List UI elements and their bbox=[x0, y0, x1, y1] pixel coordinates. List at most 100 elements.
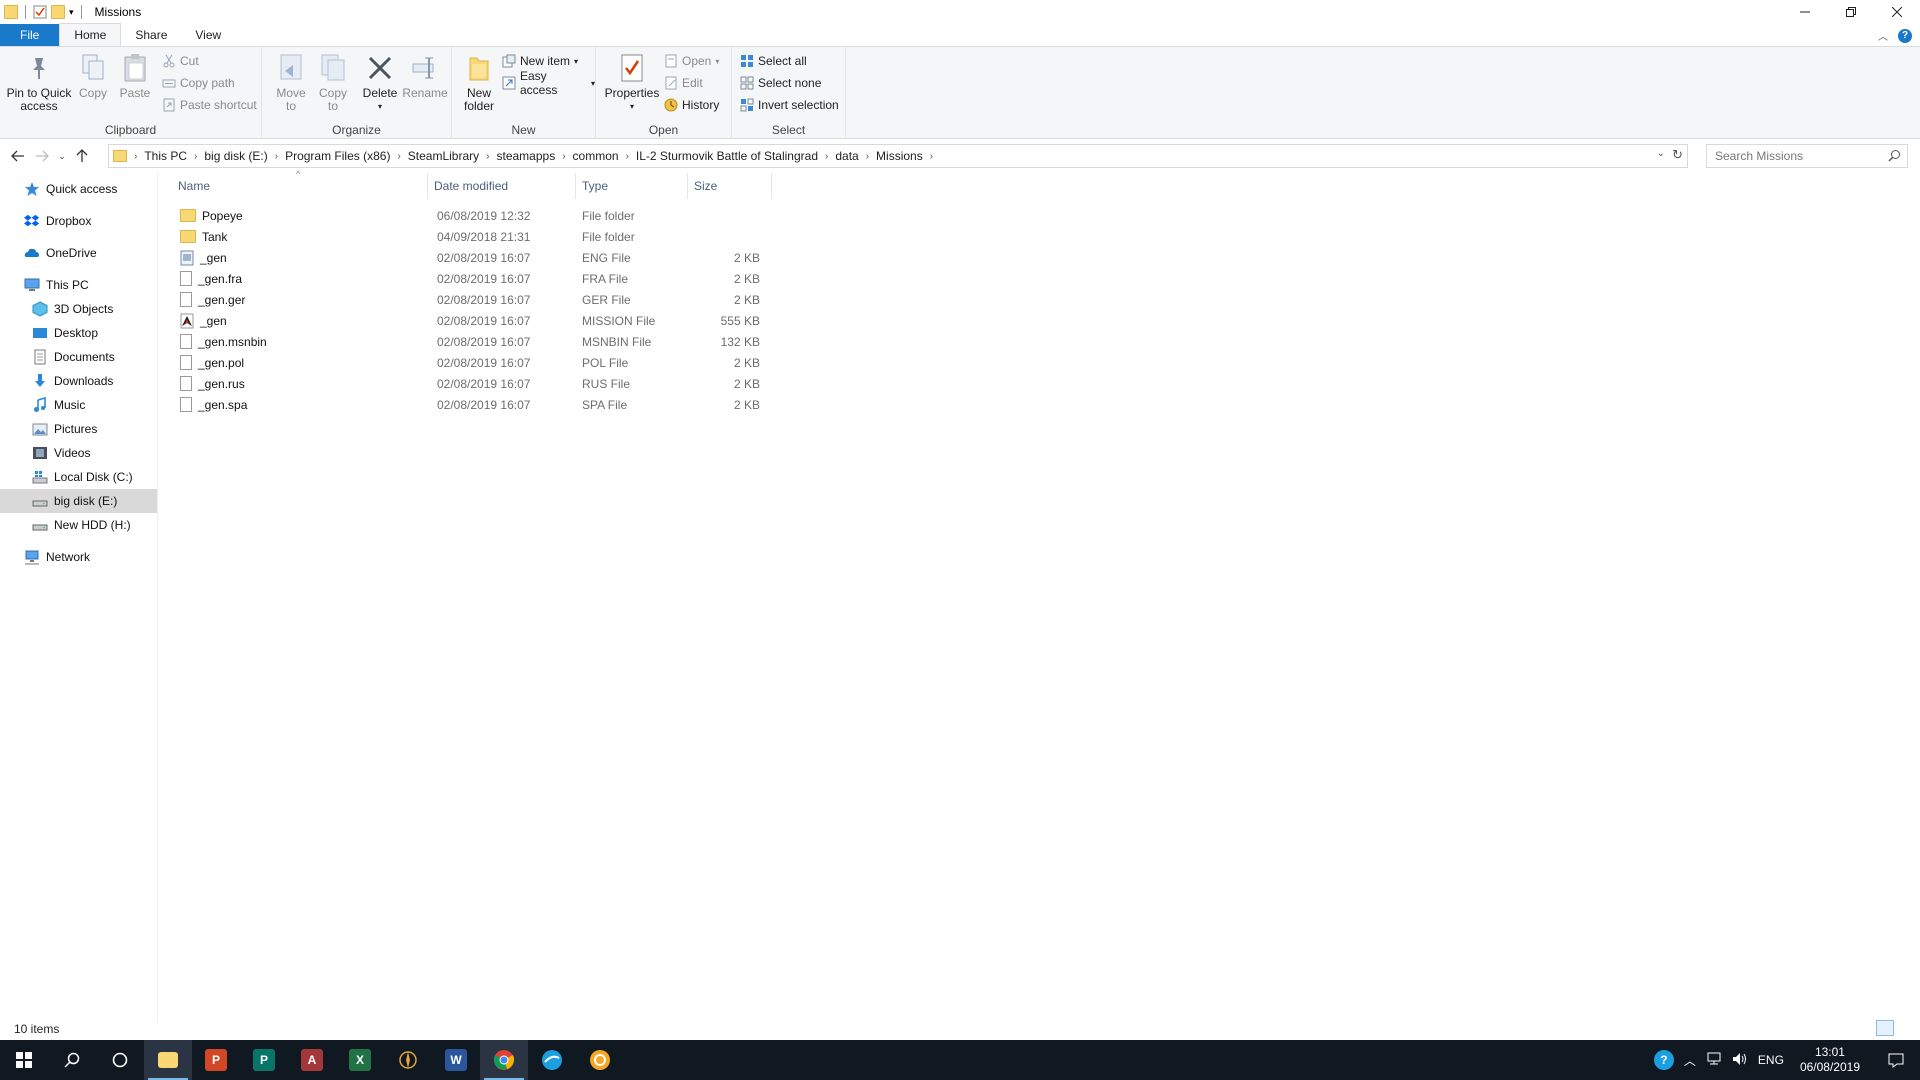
table-row[interactable]: Tank 04/09/2018 21:31 File folder bbox=[172, 226, 932, 247]
chevron-right-icon[interactable]: › bbox=[394, 151, 403, 162]
tab-view[interactable]: View bbox=[181, 24, 235, 46]
address-bar[interactable]: › This PC › big disk (E:) › Program File… bbox=[108, 144, 1688, 168]
chevron-right-icon[interactable]: › bbox=[483, 151, 492, 162]
minimize-button[interactable] bbox=[1782, 0, 1828, 24]
easy-access-button[interactable]: Easy access ▾ bbox=[502, 69, 595, 97]
clock[interactable]: 13:01 06/08/2019 bbox=[1794, 1045, 1866, 1075]
column-header-name[interactable]: Name bbox=[172, 173, 428, 199]
nav-documents[interactable]: Documents bbox=[32, 345, 115, 369]
select-all-button[interactable]: Select all bbox=[740, 51, 807, 71]
breadcrumb-data[interactable]: data bbox=[831, 149, 862, 163]
table-row[interactable]: Popeye 06/08/2019 12:32 File folder bbox=[172, 205, 932, 226]
copy-path-button[interactable]: Copy path bbox=[162, 73, 235, 93]
table-row[interactable]: _gen 02/08/2019 16:07 MISSION File 555 K… bbox=[172, 310, 932, 331]
breadcrumb-steamlibrary[interactable]: SteamLibrary bbox=[404, 149, 483, 163]
nav-quick-access[interactable]: Quick access bbox=[24, 177, 117, 201]
taskbar-steam[interactable] bbox=[528, 1040, 576, 1080]
up-button[interactable] bbox=[70, 144, 94, 168]
paste-button[interactable]: Paste bbox=[118, 52, 152, 100]
breadcrumb-common[interactable]: common bbox=[569, 149, 623, 163]
chevron-right-icon[interactable]: › bbox=[822, 151, 831, 162]
new-folder-button[interactable]: New folder bbox=[458, 52, 500, 113]
taskbar-publisher[interactable]: P bbox=[240, 1040, 288, 1080]
customize-qat-icon[interactable]: ▾ bbox=[69, 7, 74, 18]
taskbar-orange-app[interactable] bbox=[576, 1040, 624, 1080]
breadcrumb-steamapps[interactable]: steamapps bbox=[493, 149, 560, 163]
edit-button[interactable]: Edit bbox=[664, 73, 703, 93]
tab-home[interactable]: Home bbox=[59, 23, 122, 46]
close-button[interactable] bbox=[1874, 0, 1920, 24]
language-indicator[interactable]: ENG bbox=[1758, 1053, 1784, 1067]
copy-button[interactable]: Copy bbox=[76, 52, 110, 100]
collapse-ribbon-icon[interactable]: ︿ bbox=[1878, 28, 1888, 43]
column-header-size[interactable]: Size bbox=[688, 173, 772, 199]
table-row[interactable]: _gen.msnbin 02/08/2019 16:07 MSNBIN File… bbox=[172, 331, 932, 352]
chevron-right-icon[interactable]: › bbox=[559, 151, 568, 162]
action-center-icon[interactable] bbox=[1876, 1040, 1916, 1080]
breadcrumb-this-pc[interactable]: This PC bbox=[140, 149, 191, 163]
taskbar-chrome[interactable] bbox=[480, 1040, 528, 1080]
nav-network[interactable]: Network bbox=[24, 545, 90, 569]
taskbar-powerpoint[interactable]: P bbox=[192, 1040, 240, 1080]
address-history-dropdown-icon[interactable]: ⌄ bbox=[1657, 148, 1665, 159]
restore-button[interactable] bbox=[1828, 0, 1874, 24]
nav-onedrive[interactable]: OneDrive bbox=[24, 241, 97, 265]
table-row[interactable]: _gen.spa 02/08/2019 16:07 SPA File 2 KB bbox=[172, 394, 932, 415]
chevron-right-icon[interactable]: › bbox=[191, 151, 200, 162]
delete-button[interactable]: Delete ▾ bbox=[358, 52, 402, 113]
breadcrumb-program-files[interactable]: Program Files (x86) bbox=[281, 149, 394, 163]
refresh-icon[interactable]: ↻ bbox=[1672, 147, 1683, 163]
nav-this-pc[interactable]: This PC bbox=[24, 273, 89, 297]
nav-3d-objects[interactable]: 3D Objects bbox=[32, 297, 113, 321]
back-button[interactable] bbox=[6, 144, 30, 168]
nav-music[interactable]: Music bbox=[32, 393, 85, 417]
column-header-type[interactable]: Type bbox=[576, 173, 688, 199]
tab-share[interactable]: Share bbox=[121, 24, 181, 46]
help-icon[interactable]: ? bbox=[1898, 28, 1912, 43]
open-button[interactable]: Open ▾ bbox=[664, 51, 719, 71]
column-header-date-modified[interactable]: Date modified bbox=[428, 173, 576, 199]
table-row[interactable]: _gen 02/08/2019 16:07 ENG File 2 KB bbox=[172, 247, 932, 268]
forward-button[interactable] bbox=[30, 144, 54, 168]
nav-videos[interactable]: Videos bbox=[32, 441, 90, 465]
history-button[interactable]: History bbox=[664, 95, 719, 115]
chevron-right-icon[interactable]: › bbox=[927, 151, 936, 162]
table-row[interactable]: _gen.ger 02/08/2019 16:07 GER File 2 KB bbox=[172, 289, 932, 310]
breadcrumb-missions[interactable]: Missions bbox=[872, 149, 927, 163]
chevron-right-icon[interactable]: › bbox=[623, 151, 632, 162]
details-view-icon[interactable] bbox=[1876, 1020, 1894, 1036]
show-hidden-icons-chevron[interactable]: ︿ bbox=[1684, 1052, 1696, 1069]
tab-file[interactable]: File bbox=[0, 24, 60, 46]
properties-button[interactable]: Properties ▾ bbox=[604, 52, 660, 113]
large-icons-view-icon[interactable] bbox=[1896, 1020, 1914, 1036]
nav-big-disk-e[interactable]: big disk (E:) bbox=[0, 489, 157, 513]
nav-downloads[interactable]: Downloads bbox=[32, 369, 113, 393]
properties-icon[interactable] bbox=[33, 5, 47, 19]
table-row[interactable]: _gen.fra 02/08/2019 16:07 FRA File 2 KB bbox=[172, 268, 932, 289]
taskbar-word[interactable]: W bbox=[432, 1040, 480, 1080]
nav-pictures[interactable]: Pictures bbox=[32, 417, 97, 441]
help-tray-icon[interactable]: ? bbox=[1653, 1050, 1674, 1070]
taskbar-file-explorer[interactable] bbox=[144, 1040, 192, 1080]
breadcrumb-big-disk[interactable]: big disk (E:) bbox=[200, 149, 271, 163]
taskbar-access[interactable]: A bbox=[288, 1040, 336, 1080]
table-row[interactable]: _gen.rus 02/08/2019 16:07 RUS File 2 KB bbox=[172, 373, 932, 394]
pin-to-quick-access-button[interactable]: Pin to Quick access bbox=[6, 52, 72, 113]
nav-dropbox[interactable]: Dropbox bbox=[24, 209, 91, 233]
invert-selection-button[interactable]: Invert selection bbox=[740, 95, 839, 115]
search-input[interactable]: Search Missions bbox=[1706, 144, 1908, 168]
network-tray-icon[interactable] bbox=[1706, 1052, 1722, 1069]
search-icon[interactable] bbox=[48, 1040, 96, 1080]
new-item-button[interactable]: New item ▾ bbox=[502, 51, 578, 71]
cut-button[interactable]: Cut bbox=[162, 51, 199, 71]
move-to-button[interactable]: Move to bbox=[270, 52, 312, 113]
select-none-button[interactable]: Select none bbox=[740, 73, 821, 93]
nav-desktop[interactable]: Desktop bbox=[32, 321, 98, 345]
nav-new-hdd-h[interactable]: New HDD (H:) bbox=[32, 513, 131, 537]
copy-to-button[interactable]: Copy to bbox=[312, 52, 354, 113]
chevron-right-icon[interactable]: › bbox=[863, 151, 872, 162]
volume-icon[interactable] bbox=[1732, 1052, 1748, 1069]
recent-locations-chevron-icon[interactable]: ⌄ bbox=[54, 144, 70, 168]
paste-shortcut-button[interactable]: Paste shortcut bbox=[162, 95, 257, 115]
cortana-icon[interactable] bbox=[96, 1040, 144, 1080]
